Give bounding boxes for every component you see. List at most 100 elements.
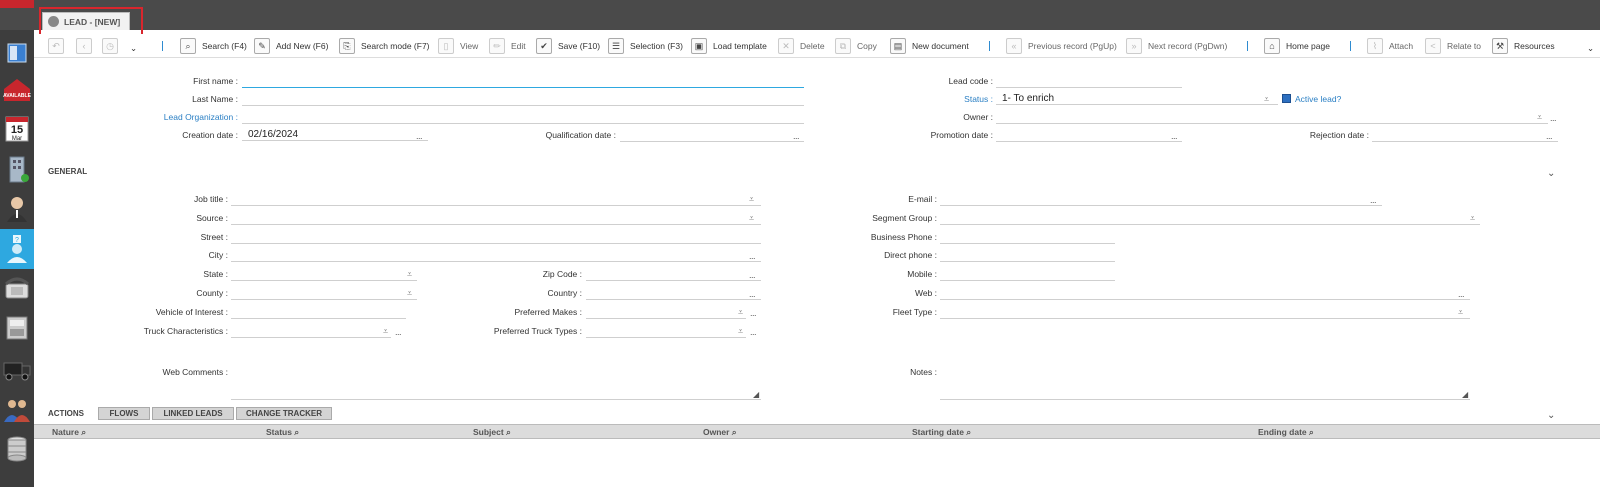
preferred-makes-dropdown-icon[interactable]: ⩡: [738, 307, 743, 318]
preferred-truck-types-lookup-button[interactable]: ...: [750, 327, 757, 337]
previous-record-button[interactable]: « Previous record (PgUp): [1006, 37, 1117, 55]
window-icon[interactable]: [2, 36, 32, 70]
history-button[interactable]: ◷: [102, 37, 124, 55]
web-lookup-button[interactable]: ...: [1458, 289, 1465, 299]
tab-flows[interactable]: FLOWS: [98, 407, 150, 420]
general-collapse-chevron[interactable]: ⌄: [1547, 168, 1555, 179]
truck-icon[interactable]: [2, 353, 32, 387]
truck-characteristics-lookup-button[interactable]: ...: [395, 327, 402, 337]
last-name-input[interactable]: [242, 94, 804, 106]
available-sign-icon[interactable]: AVAILABLE: [2, 74, 32, 108]
job-title-dropdown-icon[interactable]: ⩡: [749, 194, 754, 205]
promotion-date-input[interactable]: [996, 130, 1182, 142]
new-document-button[interactable]: ▤ New document: [890, 37, 969, 55]
truck-characteristics-select[interactable]: [231, 326, 391, 338]
calendar-icon[interactable]: 15 Mar: [2, 112, 32, 146]
lead-organization-input[interactable]: [242, 112, 804, 124]
notes-textarea[interactable]: [940, 366, 1470, 400]
fleet-type-select[interactable]: [940, 307, 1470, 319]
next-record-button[interactable]: » Next record (PgDwn): [1126, 37, 1227, 55]
attach-button[interactable]: ⌇ Attach: [1367, 37, 1413, 55]
delete-button[interactable]: ✕ Delete: [778, 37, 825, 55]
mobile-input[interactable]: [940, 269, 1115, 281]
selection-button[interactable]: ☰ Selection (F3): [608, 37, 683, 55]
add-new-button[interactable]: ✎ Add New (F6): [254, 37, 328, 55]
home-page-button[interactable]: ⌂ Home page: [1264, 37, 1330, 55]
city-lookup-button[interactable]: ...: [749, 251, 756, 261]
source-dropdown-icon[interactable]: ⩡: [749, 213, 754, 224]
save-button[interactable]: ✔ Save (F10): [536, 37, 600, 55]
web-comments-textarea[interactable]: [231, 366, 761, 400]
edit-button[interactable]: ✏ Edit: [489, 37, 526, 55]
database-icon[interactable]: [2, 432, 32, 466]
back-button[interactable]: ‹: [76, 37, 98, 55]
preferred-makes-select[interactable]: [586, 307, 746, 319]
tab-linked-leads[interactable]: LINKED LEADS: [152, 407, 234, 420]
tab-actions[interactable]: ACTIONS: [48, 409, 84, 418]
city-input[interactable]: [231, 250, 761, 262]
people-icon[interactable]: [2, 393, 32, 427]
direct-phone-input[interactable]: [940, 250, 1115, 262]
load-template-button[interactable]: ▣ Load template: [691, 37, 767, 55]
undo-button[interactable]: ↶: [48, 37, 70, 55]
relate-to-button[interactable]: < Relate to: [1425, 37, 1481, 55]
resources-button[interactable]: ⚒ Resources: [1492, 37, 1555, 55]
zip-code-lookup-button[interactable]: ...: [749, 270, 756, 280]
rejection-date-picker[interactable]: ...: [1546, 131, 1553, 141]
country-input[interactable]: [586, 288, 761, 300]
contact-icon[interactable]: [2, 192, 32, 226]
preferred-truck-types-select[interactable]: [586, 326, 746, 338]
column-header-ending-date[interactable]: Ending date ⌕: [1258, 427, 1314, 438]
rejection-date-input[interactable]: [1372, 130, 1558, 142]
creation-date-picker[interactable]: ...: [416, 131, 423, 141]
state-select[interactable]: [231, 269, 417, 281]
preferred-makes-lookup-button[interactable]: ...: [750, 308, 757, 318]
qualification-date-picker[interactable]: ...: [793, 131, 800, 141]
column-header-nature[interactable]: Nature ⌕: [52, 427, 86, 438]
fleet-type-dropdown-icon[interactable]: ⩡: [1458, 307, 1463, 318]
owner-lookup-button[interactable]: ...: [1550, 113, 1557, 123]
view-button[interactable]: ▯ View: [438, 37, 478, 55]
email-lookup-button[interactable]: ...: [1370, 195, 1377, 205]
owner-input[interactable]: [996, 112, 1548, 124]
lead-organization-link[interactable]: Lead Organization :: [130, 112, 238, 122]
copy-button[interactable]: ⧉ Copy: [835, 37, 877, 55]
toolbar-overflow-chevron[interactable]: ⌄: [1587, 39, 1594, 57]
status-link[interactable]: Status :: [880, 94, 993, 104]
owner-dropdown-icon[interactable]: ⩡: [1537, 112, 1542, 123]
actions-collapse-chevron[interactable]: ⌄: [1547, 410, 1555, 421]
cash-register-icon[interactable]: [2, 311, 32, 345]
zip-code-input[interactable]: [586, 269, 761, 281]
phone-icon[interactable]: [2, 271, 32, 305]
preferred-truck-types-dropdown-icon[interactable]: ⩡: [738, 326, 743, 337]
county-dropdown-icon[interactable]: ⩡: [407, 288, 412, 299]
toolbar-menu-chevron[interactable]: ⌄: [130, 39, 137, 57]
email-input[interactable]: [940, 194, 1382, 206]
column-header-status[interactable]: Status ⌕: [266, 427, 299, 438]
segment-group-dropdown-icon[interactable]: ⩡: [1470, 213, 1475, 224]
column-header-subject[interactable]: Subject ⌕: [473, 427, 511, 438]
web-input[interactable]: [940, 288, 1470, 300]
resize-grip-icon[interactable]: ◢: [753, 390, 759, 399]
creation-date-input[interactable]: 02/16/2024: [242, 129, 428, 141]
search-button[interactable]: ⌕ Search (F4): [180, 37, 247, 55]
lead-question-icon[interactable]: ?: [0, 229, 34, 269]
promotion-date-picker[interactable]: ...: [1171, 131, 1178, 141]
source-select[interactable]: [231, 213, 761, 225]
first-name-input[interactable]: [242, 76, 804, 88]
vehicle-of-interest-input[interactable]: [231, 307, 406, 319]
tab-change-tracker[interactable]: CHANGE TRACKER: [236, 407, 332, 420]
column-header-owner[interactable]: Owner ⌕: [703, 427, 737, 438]
country-lookup-button[interactable]: ...: [749, 289, 756, 299]
county-select[interactable]: [231, 288, 417, 300]
search-mode-button[interactable]: ⎘ Search mode (F7): [339, 37, 430, 55]
qualification-date-input[interactable]: [620, 130, 804, 142]
segment-group-select[interactable]: [940, 213, 1480, 225]
state-dropdown-icon[interactable]: ⩡: [407, 269, 412, 280]
business-phone-input[interactable]: [940, 232, 1115, 244]
column-header-starting-date[interactable]: Starting date ⌕: [912, 427, 971, 438]
job-title-select[interactable]: [231, 194, 761, 206]
status-select[interactable]: 1- To enrich: [996, 93, 1278, 105]
street-input[interactable]: [231, 232, 761, 244]
active-lead-checkbox[interactable]: [1282, 94, 1291, 103]
